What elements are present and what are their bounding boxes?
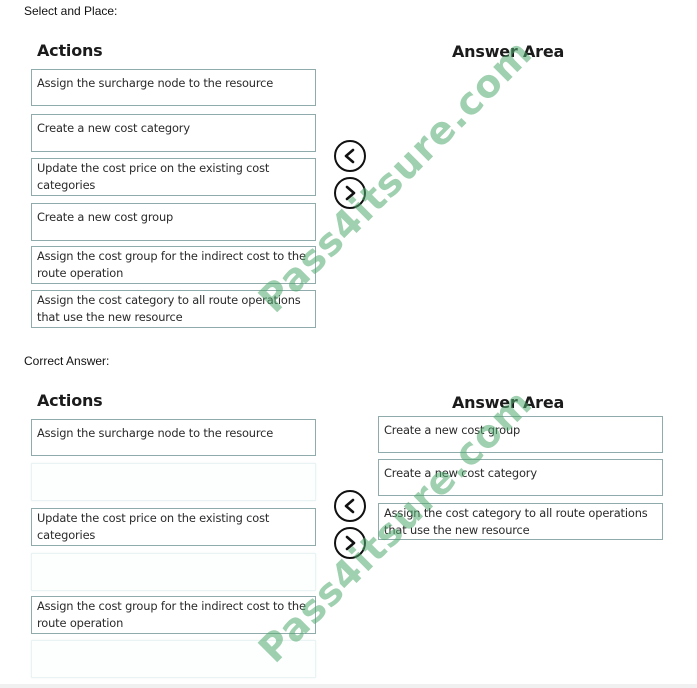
- correct-answer-label: Correct Answer:: [24, 354, 110, 368]
- action-item[interactable]: Assign the surcharge node to the resourc…: [31, 419, 316, 456]
- chevron-right-icon: [345, 185, 356, 201]
- select-and-place-label: Select and Place:: [24, 4, 118, 18]
- move-right-button[interactable]: [334, 177, 366, 209]
- action-item[interactable]: Assign the cost group for the indirect c…: [31, 246, 316, 284]
- actions-heading: Actions: [37, 391, 103, 410]
- action-item[interactable]: Update the cost price on the existing co…: [31, 158, 316, 196]
- actions-heading: Actions: [37, 41, 103, 60]
- chevron-right-icon: [345, 535, 356, 551]
- answer-item[interactable]: Create a new cost group: [378, 416, 663, 453]
- answer-area-heading: Answer Area: [452, 42, 565, 61]
- action-item[interactable]: Create a new cost category: [31, 114, 316, 152]
- action-item[interactable]: Assign the surcharge node to the resourc…: [31, 69, 316, 106]
- answer-item[interactable]: Assign the cost category to all route op…: [378, 503, 663, 540]
- empty-action-slot: [31, 640, 316, 678]
- action-item[interactable]: Assign the cost group for the indirect c…: [31, 596, 316, 634]
- chevron-left-icon: [344, 148, 355, 164]
- move-left-button[interactable]: [334, 490, 366, 522]
- move-left-button[interactable]: [334, 140, 366, 172]
- action-item[interactable]: Assign the cost category to all route op…: [31, 290, 316, 328]
- answer-area-heading: Answer Area: [452, 393, 565, 412]
- answer-item[interactable]: Create a new cost category: [378, 459, 663, 496]
- chevron-left-icon: [344, 498, 355, 514]
- move-right-button[interactable]: [334, 527, 366, 559]
- action-item[interactable]: Create a new cost group: [31, 203, 316, 241]
- bottom-divider: [0, 684, 697, 688]
- action-item[interactable]: Update the cost price on the existing co…: [31, 508, 316, 546]
- empty-action-slot: [31, 553, 316, 591]
- empty-action-slot: [31, 463, 316, 501]
